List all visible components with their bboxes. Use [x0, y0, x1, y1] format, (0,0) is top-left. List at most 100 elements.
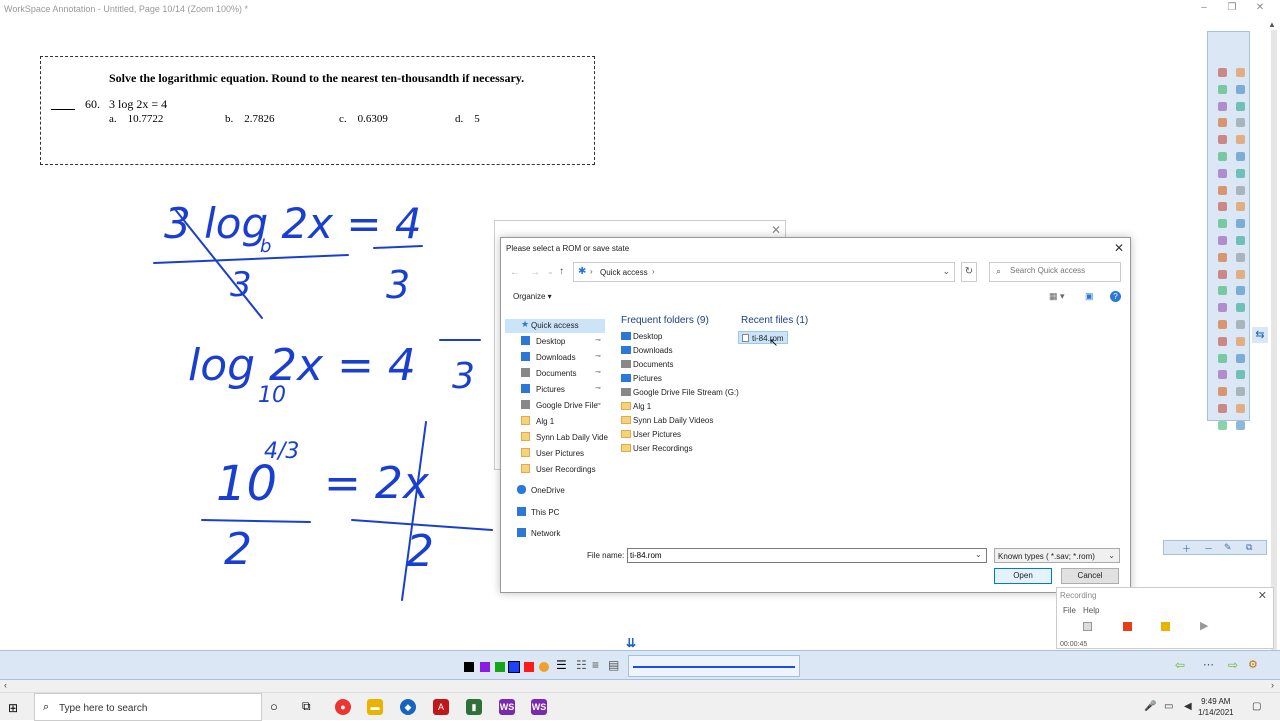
- remove-page-icon[interactable]: －: [1204, 542, 1213, 555]
- tool-icon[interactable]: [1218, 370, 1227, 380]
- tool-icon[interactable]: [1236, 336, 1245, 346]
- frequent-folders-header[interactable]: Frequent folders (9): [621, 315, 709, 326]
- refresh-button[interactable]: ↻: [961, 262, 977, 282]
- horizontal-scrollbar[interactable]: ‹ ›: [0, 680, 1280, 692]
- tool-icon[interactable]: [1236, 353, 1245, 363]
- expand-arrow-icon[interactable]: ⇆: [1252, 327, 1268, 343]
- tool-icon[interactable]: [1236, 252, 1245, 262]
- color-swatch-purple[interactable]: [480, 662, 490, 672]
- color-swatch-black[interactable]: [464, 662, 474, 672]
- tool-icon[interactable]: [1236, 168, 1245, 178]
- pause-icon[interactable]: [1161, 622, 1170, 631]
- recent-locations-icon[interactable]: ⌄: [547, 267, 554, 276]
- tool-icon[interactable]: [1236, 420, 1245, 430]
- transparency-icon[interactable]: ▤: [608, 658, 619, 672]
- task-view-icon[interactable]: ⧉: [302, 699, 311, 714]
- tool-icon[interactable]: [1218, 219, 1227, 229]
- app-icon[interactable]: ◆: [400, 699, 416, 715]
- tool-icon[interactable]: [1218, 387, 1227, 397]
- chrome-icon[interactable]: ●: [335, 699, 351, 715]
- chevron-down-icon[interactable]: ⌄: [942, 266, 950, 277]
- tool-icon[interactable]: [1218, 152, 1227, 161]
- line-dash-icon[interactable]: ≡: [592, 658, 599, 672]
- tool-icon[interactable]: [1218, 286, 1227, 296]
- scroll-up-icon[interactable]: ▲: [1268, 20, 1276, 29]
- filetype-select[interactable]: Known types ( *.sav; *.rom) ⌄: [994, 548, 1120, 563]
- search-input[interactable]: [1010, 266, 1118, 275]
- tool-icon[interactable]: [1236, 387, 1245, 397]
- tool-icon[interactable]: [1218, 336, 1227, 346]
- tool-icon[interactable]: [1236, 185, 1245, 195]
- color-swatch-blue[interactable]: [508, 661, 520, 673]
- maximize-button[interactable]: ❐: [1224, 2, 1240, 14]
- settings-icon[interactable]: ⚙: [1248, 658, 1258, 671]
- tool-icon[interactable]: [1218, 202, 1227, 212]
- tool-icon[interactable]: [1218, 420, 1227, 430]
- taskbar-search[interactable]: ⌕ Type here to search: [34, 693, 262, 721]
- tool-icon[interactable]: [1236, 320, 1245, 329]
- clock[interactable]: 9:49 AM 1/14/2021: [1198, 696, 1234, 718]
- change-view-icon[interactable]: ▦ ▾: [1049, 291, 1065, 302]
- cancel-button[interactable]: Cancel: [1061, 568, 1119, 584]
- notifications-icon[interactable]: ▢: [1252, 701, 1261, 712]
- tool-icon[interactable]: [1218, 236, 1227, 245]
- recent-files-header[interactable]: Recent files (1): [741, 315, 808, 326]
- windows-start-icon[interactable]: ⊞: [8, 701, 18, 715]
- minimize-button[interactable]: –: [1196, 2, 1212, 14]
- volume-icon[interactable]: ◀: [1184, 701, 1192, 712]
- file-explorer-icon[interactable]: ▬: [367, 699, 383, 715]
- tool-icon[interactable]: [1218, 269, 1227, 279]
- help-icon[interactable]: ?: [1110, 291, 1121, 302]
- close-icon[interactable]: ✕: [771, 223, 781, 237]
- filename-input[interactable]: [627, 548, 987, 563]
- tool-icon[interactable]: [1236, 118, 1245, 128]
- tool-icon[interactable]: [1218, 320, 1227, 329]
- menu-file[interactable]: File: [1063, 606, 1076, 615]
- collapse-toolbar-icon[interactable]: ⇊: [626, 636, 636, 650]
- tool-icon[interactable]: [1218, 68, 1227, 77]
- tool-icon[interactable]: [1218, 353, 1227, 363]
- tool-icon[interactable]: [1236, 404, 1245, 413]
- tool-icon[interactable]: [1236, 68, 1245, 77]
- next-page-icon[interactable]: ⇨: [1228, 658, 1238, 672]
- previous-page-icon[interactable]: ⇦: [1175, 658, 1185, 672]
- recent-file-item[interactable]: ti-84.rom: [738, 331, 788, 344]
- tool-icon[interactable]: [1236, 219, 1245, 229]
- page-menu-icon[interactable]: ⋯: [1203, 658, 1214, 671]
- tool-icon[interactable]: [1236, 101, 1245, 111]
- play-icon[interactable]: ▶: [1200, 619, 1208, 632]
- address-bar[interactable]: ✱ › Quick access › ⌄: [573, 262, 955, 282]
- nav-quick-access[interactable]: ★ Quick access: [505, 319, 605, 333]
- color-swatch-red[interactable]: [524, 662, 534, 672]
- tool-icon[interactable]: [1236, 202, 1245, 212]
- preview-pane-icon[interactable]: ▣: [1085, 291, 1094, 302]
- edit-page-icon[interactable]: ✎: [1224, 542, 1232, 553]
- stop-icon[interactable]: [1123, 622, 1132, 631]
- tool-icon[interactable]: [1218, 303, 1227, 313]
- workspace-app-icon-2[interactable]: WS: [531, 699, 547, 715]
- tool-icon[interactable]: [1236, 135, 1245, 145]
- tool-icon[interactable]: [1236, 84, 1245, 94]
- tool-icon[interactable]: [1236, 303, 1245, 313]
- workspace-app-icon[interactable]: WS: [499, 699, 515, 715]
- cortana-icon[interactable]: ○: [270, 699, 278, 714]
- tool-icon[interactable]: [1218, 185, 1227, 195]
- tool-icon[interactable]: [1218, 252, 1227, 262]
- tool-icon[interactable]: [1236, 269, 1245, 279]
- scroll-right-icon[interactable]: ›: [1271, 680, 1274, 690]
- tool-icon[interactable]: [1218, 135, 1227, 145]
- record-icon[interactable]: [1083, 622, 1092, 631]
- line-style-icon[interactable]: ☷: [576, 658, 587, 672]
- close-icon[interactable]: ✕: [1258, 589, 1267, 602]
- color-palette-icon[interactable]: [539, 662, 549, 672]
- tool-icon[interactable]: [1218, 84, 1227, 94]
- tool-icon[interactable]: [1236, 152, 1245, 161]
- scroll-left-icon[interactable]: ‹: [4, 680, 7, 690]
- vertical-scrollbar[interactable]: [1271, 30, 1277, 670]
- microphone-icon[interactable]: 🎤: [1144, 701, 1156, 712]
- add-page-icon[interactable]: ＋: [1182, 542, 1191, 555]
- emulator-icon[interactable]: ▮: [466, 699, 482, 715]
- chevron-down-icon[interactable]: ⌄: [975, 550, 982, 559]
- acrobat-icon[interactable]: A: [433, 699, 449, 715]
- line-width-icon[interactable]: ☰: [556, 658, 567, 672]
